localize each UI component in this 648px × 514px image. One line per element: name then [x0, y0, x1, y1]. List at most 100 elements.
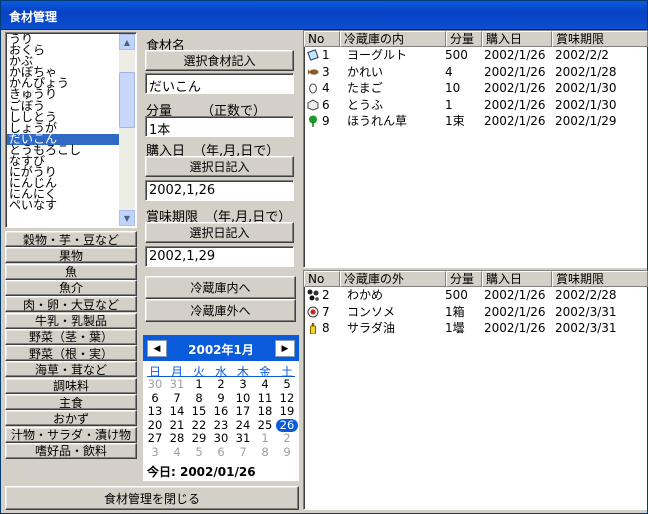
category-button[interactable]: 汁物・サラダ・漬け物 [5, 426, 137, 443]
calendar-day[interactable]: 14 [166, 405, 188, 418]
calendar-day[interactable]: 22 [188, 418, 210, 432]
calendar-day[interactable]: 16 [210, 405, 232, 418]
calendar-day[interactable]: 25 [254, 418, 276, 432]
calendar-day[interactable]: 24 [232, 418, 254, 432]
calendar-day[interactable]: 27 [144, 432, 166, 445]
fill-expiry-date-button[interactable]: 選択日記入 [145, 222, 294, 243]
move-into-fridge-button[interactable]: 冷蔵庫内へ [145, 276, 296, 299]
calendar-day[interactable]: 2 [210, 378, 232, 391]
purchase-date: 2002/1/26 [484, 64, 546, 79]
calendar-day[interactable]: 11 [254, 391, 276, 405]
calendar-day[interactable]: 31 [166, 378, 188, 391]
table-row[interactable]: 4 たまご 10 2002/1/26 2002/1/30 [304, 80, 648, 96]
quantity-field[interactable]: 1本 [145, 116, 294, 137]
column-header[interactable]: 冷蔵庫の内 [340, 31, 446, 47]
column-header[interactable]: 購入日 [482, 271, 552, 287]
table-row[interactable]: 6 とうふ 1 2002/1/26 2002/1/30 [304, 97, 648, 113]
calendar-day[interactable]: 6 [144, 391, 166, 405]
calendar-day[interactable]: 4 [254, 378, 276, 391]
calendar-day[interactable]: 6 [210, 446, 232, 459]
calendar-day[interactable]: 3 [232, 378, 254, 391]
column-header[interactable]: 冷蔵庫の外 [340, 271, 446, 287]
category-button[interactable]: 調味料 [5, 377, 137, 394]
column-header[interactable]: 分量 [446, 271, 482, 287]
calendar-day[interactable]: 12 [276, 391, 298, 405]
calendar-day[interactable]: 15 [188, 405, 210, 418]
purchase-date: 2002/1/26 [484, 48, 546, 62]
category-button[interactable]: 穀物・芋・豆など [5, 231, 137, 247]
outside-fridge-table[interactable]: No 冷蔵庫の外 分量 購入日 賞味期限 2 わかめ 500 2002/1/26 2002/2/… [303, 270, 648, 510]
close-food-manager-button[interactable]: 食材管理を閉じる [5, 486, 299, 510]
calendar-day[interactable]: 9 [276, 446, 298, 459]
calendar-day[interactable]: 28 [166, 432, 188, 445]
calendar-day[interactable]: 13 [144, 405, 166, 418]
column-header[interactable]: No [304, 31, 340, 47]
calendar-day[interactable]: 31 [232, 432, 254, 445]
fill-purchase-date-button[interactable]: 選択日記入 [145, 156, 294, 177]
list-item[interactable]: ぺいなす [7, 199, 120, 211]
calendar-day[interactable]: 5 [276, 378, 298, 391]
calendar-day[interactable]: 21 [166, 418, 188, 432]
calendar-day[interactable]: 26 [276, 418, 298, 432]
next-month-button[interactable]: ▶ [275, 340, 295, 357]
inside-table-header: No 冷蔵庫の内 分量 購入日 賞味期限 [304, 31, 648, 47]
title-bar[interactable]: 食材管理 [1, 1, 647, 30]
inside-fridge-table[interactable]: No 冷蔵庫の内 分量 購入日 賞味期限 1 ヨーグルト 500 2002/1/26 2002/… [303, 30, 648, 268]
category-button[interactable]: 肉・卵・大豆など [5, 296, 137, 313]
calendar-day[interactable]: 9 [210, 391, 232, 405]
calendar-day[interactable]: 19 [276, 405, 298, 418]
table-row[interactable]: 2 わかめ 500 2002/1/26 2002/2/28 [304, 287, 648, 303]
expiry-date-field[interactable]: 2002,1,29 [145, 246, 294, 267]
category-button[interactable]: 魚 [5, 263, 137, 280]
table-row[interactable]: 9 ほうれん草 1束 2002/1/26 2002/1/29 [304, 113, 648, 129]
calendar-day[interactable]: 30 [144, 378, 166, 391]
fill-selected-ingredient-button[interactable]: 選択食材記入 [145, 50, 294, 71]
category-button[interactable]: 野菜（根・実） [5, 345, 137, 362]
table-row[interactable]: 8 サラダ油 1壜 2002/1/26 2002/3/31 [304, 320, 648, 336]
category-button[interactable]: 海草・茸など [5, 361, 137, 378]
column-header[interactable]: 賞味期限 [552, 31, 648, 47]
calendar-day[interactable]: 8 [188, 391, 210, 405]
category-button[interactable]: 果物 [5, 247, 137, 264]
column-header[interactable]: No [304, 271, 340, 287]
column-header[interactable]: 賞味期限 [552, 271, 648, 287]
table-row[interactable]: 3 かれい 4 2002/1/26 2002/1/28 [304, 64, 648, 80]
calendar-day[interactable]: 8 [254, 446, 276, 459]
category-button[interactable]: 魚介 [5, 279, 137, 296]
calendar-day[interactable]: 18 [254, 405, 276, 418]
category-button[interactable]: 牛乳・乳製品 [5, 312, 137, 329]
category-button[interactable]: 嗜好品・飲料 [5, 442, 137, 459]
ingredient-listbox[interactable]: うり おくら かぶ かぼちゃ かんぴょう きゅうり ごぼう ししとう しょうが だいこん とうもろこ… [5, 32, 137, 228]
calendar-day[interactable]: 5 [188, 446, 210, 459]
column-header[interactable]: 分量 [446, 31, 482, 47]
scroll-down-button[interactable]: ▼ [119, 210, 135, 226]
calendar-day[interactable]: 4 [166, 446, 188, 459]
calendar-day[interactable]: 3 [144, 446, 166, 459]
calendar-day[interactable]: 17 [232, 405, 254, 418]
calendar-day[interactable]: 7 [166, 391, 188, 405]
category-button[interactable]: 主食 [5, 394, 137, 410]
listbox-scrollbar[interactable]: ▲ ▼ [119, 34, 135, 226]
calendar-day[interactable]: 1 [254, 432, 276, 445]
purchase-date-field[interactable]: 2002,1,26 [145, 180, 294, 201]
expiry-date: 2002/1/30 [555, 81, 617, 96]
calendar-day[interactable]: 20 [144, 418, 166, 432]
ingredient-name-field[interactable]: だいこん [145, 73, 294, 94]
scroll-thumb[interactable] [119, 72, 135, 128]
today-label[interactable]: 今日: 2002/01/26 [147, 463, 256, 480]
category-button[interactable]: おかず [5, 410, 137, 427]
calendar-day[interactable]: 10 [232, 391, 254, 405]
table-row[interactable]: 1 ヨーグルト 500 2002/1/26 2002/2/2 [304, 47, 648, 63]
column-header[interactable]: 購入日 [482, 31, 552, 47]
calendar-day[interactable]: 30 [210, 432, 232, 445]
month-calendar[interactable]: ◀ 2002年1月 ▶ 日月火水木金土 30 31 1 2 3 4 5 6 7 8 9 10 11 12 1… [143, 335, 299, 481]
category-button[interactable]: 野菜（茎・葉） [5, 328, 137, 345]
move-out-of-fridge-button[interactable]: 冷蔵庫外へ [145, 299, 296, 322]
calendar-day[interactable]: 1 [188, 378, 210, 391]
calendar-day[interactable]: 7 [232, 446, 254, 459]
calendar-day[interactable]: 2 [276, 432, 298, 445]
calendar-day[interactable]: 29 [188, 432, 210, 445]
table-row[interactable]: 7 コンソメ 1箱 2002/1/26 2002/3/31 [304, 304, 648, 320]
calendar-day[interactable]: 23 [210, 418, 232, 432]
scroll-up-button[interactable]: ▲ [119, 34, 135, 50]
